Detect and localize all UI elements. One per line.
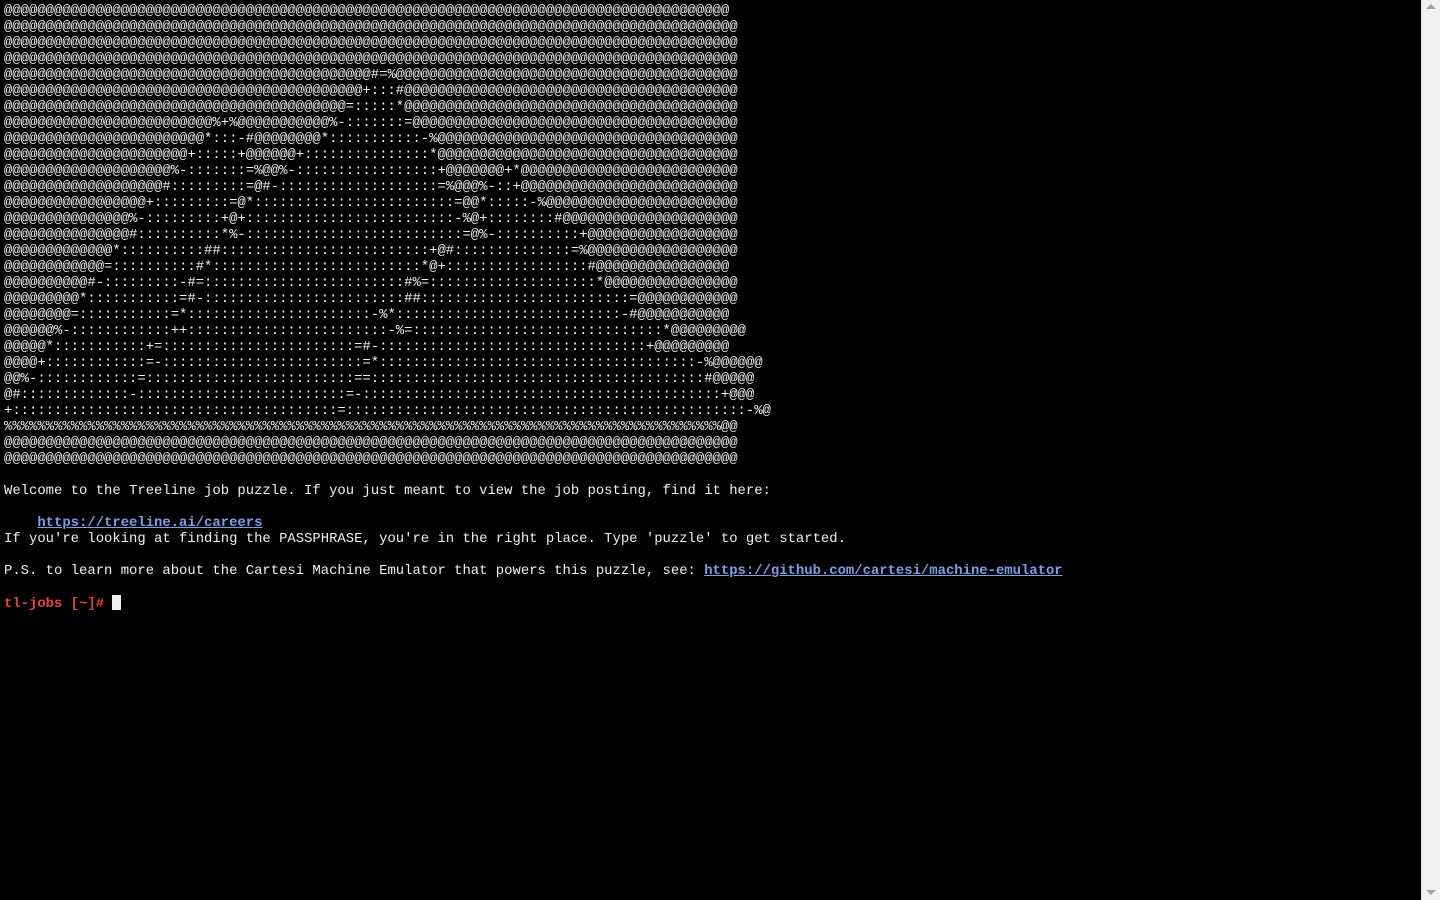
ascii-art-line: +:::::::::::::::::::::::::::::::::::::::… (4, 403, 771, 419)
ps-text: P.S. to learn more about the Cartesi Mac… (4, 563, 705, 579)
ascii-art-line: @@@@@@@@@@@@@@@@@@@@@@@@@@@@@@@@@@@@@@@@… (4, 3, 730, 19)
ascii-art-line: @@@@@@@@@@@@@@@%-:::::::::+@+:::::::::::… (4, 211, 738, 227)
ascii-art-line: @@@@@@@@@@@@@@@@@@@@@@@@@@@@@@@@@@@@@@@@… (4, 451, 738, 467)
scroll-up-arrow-icon[interactable] (1426, 4, 1436, 9)
scrollbar-thumb[interactable] (1425, 14, 1437, 884)
ascii-art-line: @@@@@@@@@@@@@@@@@@@@@@@@@@@@@@@@@@@@@@@@… (4, 51, 738, 67)
ascii-art-line: @@@@@@@@@@@@@@@#::::::::::*%-:::::::::::… (4, 227, 738, 243)
ascii-art-line: @@@@@@@@@@@@@@@@@@@@@@@@@@@@@@@@@@@@@@@@… (4, 19, 738, 35)
ascii-art-line: @@@@@@@@@@@@@@@@@+:::::::::=@*::::::::::… (4, 195, 738, 211)
welcome-text: Welcome to the Treeline job puzzle. If y… (4, 483, 771, 499)
prompt-line[interactable]: tl-jobs [~]# (4, 595, 1421, 612)
ascii-art-line: @@@@@@%-::::::::::::++::::::::::::::::::… (4, 323, 746, 339)
ascii-art-line: @@@@@@@@@@@@@@@@@@@@@@@@@%+%@@@@@@@@@@@%… (4, 115, 738, 131)
ascii-art-line: @@@@+::::::::::::=-:::::::::::::::::::::… (4, 355, 763, 371)
passphrase-text: If you're looking at finding the PASSPHR… (4, 531, 846, 547)
ascii-art-line: @#:::::::::::::-::::::::::::::::::::::::… (4, 387, 755, 403)
ascii-art-line: @@@@@@@@@@@@@@@@@@@@@@@@*:::-#@@@@@@@@*:… (4, 131, 738, 147)
text-cursor (112, 595, 122, 610)
emulator-link[interactable]: https://github.com/cartesi/machine-emula… (704, 563, 1062, 579)
ascii-art-line: @@@@@@@@@@@@=::::::::::#*:::::::::::::::… (4, 259, 730, 275)
ascii-art-line: @@%-::::::::::::=:::::::::::::::::::::::… (4, 371, 755, 387)
ascii-art-line: @@@@@@@@@@@@@@@@@@@@%-:::::::=%@@%-:::::… (4, 163, 738, 179)
ascii-art-line: @@@@@@@@@@@@@@@@@@@@@@+:::::+@@@@@@+::::… (4, 147, 738, 163)
ascii-art-logo: @@@@@@@@@@@@@@@@@@@@@@@@@@@@@@@@@@@@@@@@… (4, 3, 1421, 467)
vertical-scrollbar[interactable] (1421, 0, 1440, 900)
ascii-art-line: @@@@@@@@@@#-:::::::::-#=::::::::::::::::… (4, 275, 738, 291)
ascii-art-line: @@@@@@@@@*:::::::::::=#-::::::::::::::::… (4, 291, 738, 307)
ascii-art-line: @@@@@@@@@@@@@@@@@@@@@@@@@@@@@@@@@@@@@@@@… (4, 35, 738, 51)
ascii-art-line: @@@@@@@@@@@@@@@@@@@@@@@@@@@@@@@@@@@@@@@@… (4, 83, 738, 99)
ps-line: P.S. to learn more about the Cartesi Mac… (4, 563, 1421, 579)
terminal-window[interactable]: @@@@@@@@@@@@@@@@@@@@@@@@@@@@@@@@@@@@@@@@… (0, 0, 1421, 900)
ascii-art-line: @@@@@@@@@@@@@@@@@@@@@@@@@@@@@@@@@@@@@@@@… (4, 99, 738, 115)
scroll-down-arrow-icon[interactable] (1426, 890, 1436, 895)
ascii-art-line: @@@@@@@@@@@@@@@@@@@@@@@@@@@@@@@@@@@@@@@@… (4, 435, 738, 451)
ascii-art-line: @@@@@@@@@@@@@@@@@@@@@@@@@@@@@@@@@@@@@@@@… (4, 67, 738, 83)
ascii-art-line: @@@@@@@@@@@@@*::::::::::##::::::::::::::… (4, 243, 738, 259)
ascii-art-line: @@@@@*:::::::::::+=:::::::::::::::::::::… (4, 339, 730, 355)
ascii-art-line: %%%%%%%%%%%%%%%%%%%%%%%%%%%%%%%%%%%%%%%%… (4, 419, 738, 435)
ascii-art-line: @@@@@@@@@@@@@@@@@@@#:::::::::=@#-:::::::… (4, 179, 738, 195)
shell-prompt: tl-jobs [~]# (4, 596, 105, 612)
careers-link[interactable]: https://treeline.ai/careers (37, 515, 262, 531)
ascii-art-line: @@@@@@@@=:::::::::::=*::::::::::::::::::… (4, 307, 730, 323)
